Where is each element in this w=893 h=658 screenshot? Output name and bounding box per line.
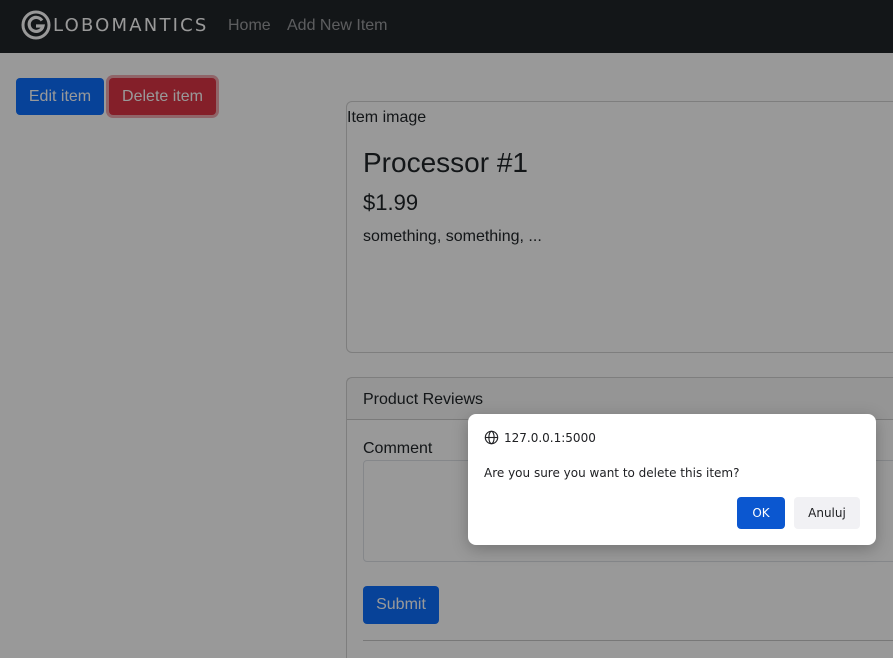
globe-icon <box>484 430 499 445</box>
confirm-dialog: 127.0.0.1:5000 Are you sure you want to … <box>468 414 876 545</box>
modal-overlay <box>0 0 893 658</box>
dialog-ok-button[interactable]: OK <box>737 497 785 529</box>
dialog-origin-text: 127.0.0.1:5000 <box>504 430 596 445</box>
dialog-origin: 127.0.0.1:5000 <box>484 430 596 445</box>
page: LOBOMANTICS Home Add New Item Edit item … <box>0 0 893 658</box>
dialog-message: Are you sure you want to delete this ite… <box>484 466 740 480</box>
dialog-cancel-button[interactable]: Anuluj <box>794 497 860 529</box>
